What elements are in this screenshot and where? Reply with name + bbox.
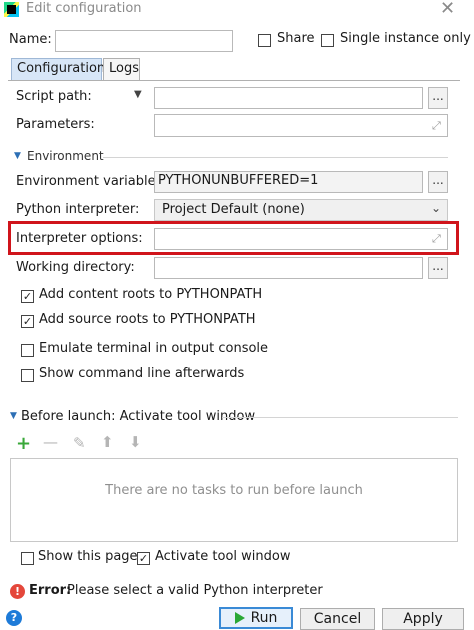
emulate-terminal-checkbox[interactable] bbox=[21, 344, 34, 357]
emulate-terminal-label: Emulate terminal in output console bbox=[39, 341, 269, 356]
single-instance-label: Single instance only bbox=[340, 31, 471, 46]
script-path-dropdown-icon[interactable]: ▼ bbox=[134, 89, 142, 100]
env-vars-browse-button[interactable]: ... bbox=[428, 171, 448, 193]
share-label: Share bbox=[277, 31, 315, 46]
content-roots-checkbox[interactable]: ✓ bbox=[21, 290, 34, 303]
tasks-list: There are no tasks to run before launch bbox=[10, 458, 458, 542]
error-icon: ! bbox=[10, 584, 25, 599]
section-divider bbox=[222, 417, 458, 418]
error-prefix: Error: bbox=[29, 583, 72, 598]
remove-icon[interactable]: — bbox=[43, 433, 58, 451]
activate-tool-checkbox[interactable]: ✓ bbox=[137, 552, 150, 565]
tab-logs[interactable]: Logs bbox=[103, 58, 140, 80]
source-roots-checkbox[interactable]: ✓ bbox=[21, 315, 34, 328]
section-divider bbox=[103, 157, 448, 158]
interpreter-select[interactable]: Project Default (none) ⌄ bbox=[154, 199, 448, 221]
chevron-down-icon: ⌄ bbox=[431, 201, 442, 215]
script-path-label: Script path: bbox=[16, 89, 92, 104]
title-bar: Edit configuration ✕ bbox=[0, 0, 474, 20]
env-vars-input[interactable]: PYTHONUNBUFFERED=1 bbox=[154, 171, 423, 193]
pycharm-logo-icon bbox=[4, 2, 19, 17]
expand-icon[interactable]: ⤢ bbox=[432, 119, 441, 133]
tab-configuration[interactable]: Configuration bbox=[11, 58, 105, 80]
script-path-input[interactable] bbox=[154, 87, 423, 109]
show-page-label: Show this page bbox=[38, 549, 138, 564]
window-title: Edit configuration bbox=[26, 1, 142, 16]
edit-icon[interactable]: ✎ bbox=[73, 434, 86, 452]
collapse-arrow-icon[interactable]: ▼ bbox=[10, 411, 17, 421]
script-path-browse-button[interactable]: ... bbox=[428, 87, 448, 109]
run-icon bbox=[234, 612, 245, 624]
name-label: Name: bbox=[9, 32, 52, 47]
move-up-icon[interactable]: ⬆ bbox=[101, 433, 114, 451]
parameters-input[interactable]: ⤢ bbox=[154, 114, 448, 137]
add-icon[interactable]: + bbox=[16, 433, 31, 454]
environment-header: Environment bbox=[27, 149, 104, 163]
env-vars-label: Environment variables: bbox=[16, 174, 167, 189]
working-dir-input[interactable] bbox=[154, 257, 423, 279]
error-message: Please select a valid Python interpreter bbox=[67, 583, 323, 598]
activate-tool-label: Activate tool window bbox=[155, 549, 291, 564]
apply-button[interactable]: Apply bbox=[382, 608, 464, 630]
cancel-button[interactable]: Cancel bbox=[300, 608, 375, 630]
source-roots-label: Add source roots to PYTHONPATH bbox=[39, 312, 256, 327]
move-down-icon[interactable]: ⬇ bbox=[129, 433, 142, 451]
show-command-line-checkbox[interactable] bbox=[21, 369, 34, 382]
interpreter-label: Python interpreter: bbox=[16, 202, 140, 217]
show-command-line-label: Show command line afterwards bbox=[39, 366, 245, 381]
help-icon[interactable]: ? bbox=[6, 610, 22, 626]
before-launch-header: Before launch: Activate tool window bbox=[21, 409, 256, 424]
empty-tasks-text: There are no tasks to run before launch bbox=[105, 483, 363, 498]
content-roots-label: Add content roots to PYTHONPATH bbox=[39, 287, 263, 302]
working-dir-browse-button[interactable]: ... bbox=[428, 257, 448, 279]
collapse-arrow-icon[interactable]: ▼ bbox=[14, 151, 21, 161]
name-input[interactable] bbox=[55, 30, 233, 52]
share-checkbox[interactable] bbox=[258, 34, 271, 47]
highlight-box bbox=[8, 221, 459, 255]
single-instance-checkbox[interactable] bbox=[321, 34, 334, 47]
working-dir-label: Working directory: bbox=[16, 260, 135, 275]
close-icon[interactable]: ✕ bbox=[440, 0, 455, 19]
show-page-checkbox[interactable] bbox=[21, 552, 34, 565]
parameters-label: Parameters: bbox=[16, 117, 95, 132]
